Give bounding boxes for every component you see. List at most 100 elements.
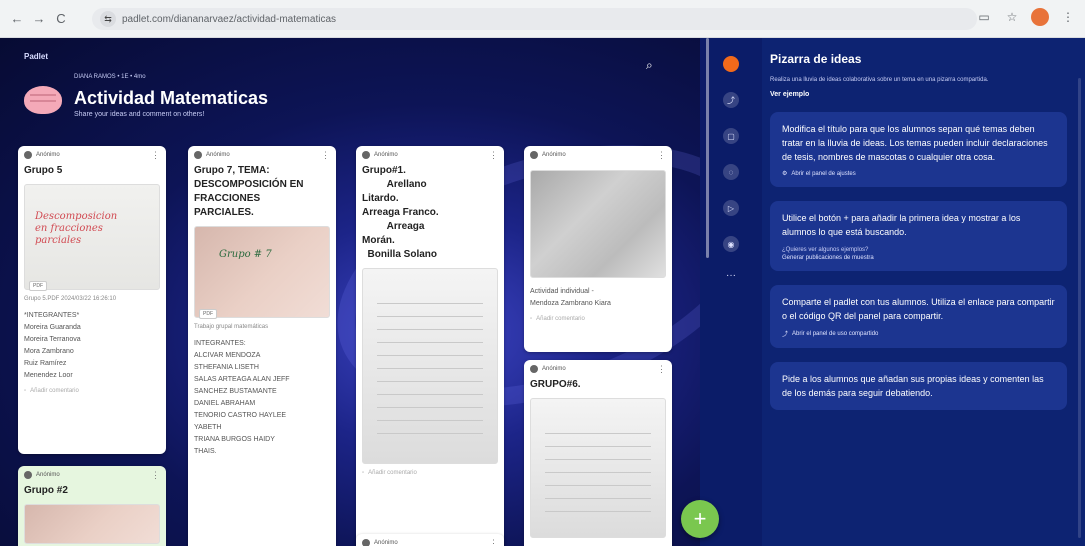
add-comment-label: Añadir comentario xyxy=(30,388,79,394)
pdf-badge: PDF xyxy=(29,281,47,291)
add-post-button[interactable]: + xyxy=(681,500,719,538)
post-attachment-image[interactable] xyxy=(530,398,666,538)
forward-icon[interactable]: → xyxy=(28,8,50,30)
post-attachment-image[interactable] xyxy=(24,504,160,544)
post-menu-icon[interactable]: ⋮ xyxy=(489,538,498,546)
attachment-caption: Trabajo grupal matemáticas xyxy=(194,324,269,330)
slideshow-icon[interactable]: ▷ xyxy=(723,200,739,216)
tip-action-link[interactable]: ⤴ Abrir el panel de uso compartido xyxy=(782,329,1055,339)
panel-title: Pizarra de ideas xyxy=(770,52,862,66)
post-header: Anónimo ⋮ xyxy=(18,146,166,164)
add-comment[interactable]: ▫ Añadir comentario xyxy=(18,382,166,400)
attachment-caption: Grupo 5.PDF 2024/03/22 16:26:10 xyxy=(24,296,117,302)
post-title: Grupo #2 xyxy=(24,485,68,496)
tip-action-label: Abrir el panel de uso compartido xyxy=(792,330,879,337)
post-body: *INTEGRANTES* Moreira Guaranda Moreira T… xyxy=(24,312,81,379)
post-attachment-image[interactable] xyxy=(362,268,498,464)
post-menu-icon[interactable]: ⋮ xyxy=(489,150,498,161)
tip-subtext: ¿Quieres ver algunos ejemplos? xyxy=(782,247,869,253)
tip-card: Modifica el título para que los alumnos … xyxy=(770,112,1067,187)
post-author: Anónimo xyxy=(206,152,230,158)
browser-menu-icon[interactable]: ⋮ xyxy=(1059,8,1077,26)
post-author: Anónimo xyxy=(36,472,60,478)
browser-toolbar: ← → C ⇆ padlet.com/diananarvaez/activida… xyxy=(0,0,1085,38)
post-menu-icon[interactable]: ⋮ xyxy=(657,364,666,375)
site-settings-icon[interactable]: ⇆ xyxy=(100,11,116,27)
avatar xyxy=(24,471,32,479)
post-author: Anónimo xyxy=(374,540,398,546)
cast-icon[interactable]: ▭ xyxy=(975,8,993,26)
board-title: Actividad Matematicas xyxy=(74,88,269,108)
post-menu-icon[interactable]: ⋮ xyxy=(657,150,666,161)
search-icon[interactable]: ⌕ xyxy=(646,58,653,73)
avatar xyxy=(530,151,538,159)
address-bar[interactable]: ⇆ padlet.com/diananarvaez/actividad-mate… xyxy=(92,8,977,30)
add-comment-label: Añadir comentario xyxy=(536,316,585,322)
add-comment-label: Añadir comentario xyxy=(368,470,417,476)
post-menu-icon[interactable]: ⋮ xyxy=(321,150,330,161)
share-icon[interactable]: ⤴ xyxy=(723,92,739,108)
example-link[interactable]: Ver ejemplo xyxy=(770,91,1077,98)
brain-icon xyxy=(24,86,62,114)
post-card[interactable]: Anónimo ⋮ Grupo #2 xyxy=(18,466,166,546)
bookmark-star-icon[interactable]: ☆ xyxy=(1003,8,1021,26)
board-author-meta: DIANA RAMOS • 1E • 4mo xyxy=(74,74,146,80)
add-comment[interactable]: ▫ Añadir comentario xyxy=(356,464,504,482)
add-comment[interactable]: ▫ Añadir comentario xyxy=(524,310,672,328)
post-attachment-image[interactable]: Descomposicion en fracciones parciales P… xyxy=(24,184,160,291)
post-title: Grupo 7, TEMA: DESCOMPOSICIÓN EN FRACCIO… xyxy=(194,165,304,218)
comment-icon: ▫ xyxy=(362,470,365,476)
tip-action-label: Generar publicaciones de muestra xyxy=(782,255,874,261)
post-card[interactable]: Anónimo ⋮ GRUPO#6. xyxy=(524,360,672,546)
comments-icon[interactable]: ▢ xyxy=(723,128,739,144)
tip-card: Utilice el botón + para añadir la primer… xyxy=(770,201,1067,271)
post-card[interactable]: Anónimo ⋮ xyxy=(356,534,504,546)
share-icon: ⤴ xyxy=(782,332,789,338)
post-card[interactable]: Anónimo ⋮ Grupo#1. Arellano Litardo. Arre… xyxy=(356,146,504,546)
post-title: GRUPO#6. xyxy=(530,379,581,390)
tip-card: Comparte el padlet con tus alumnos. Util… xyxy=(770,285,1067,348)
settings-icon[interactable]: ◌ xyxy=(723,164,739,180)
post-header: Anónimo ⋮ xyxy=(524,146,672,164)
user-avatar[interactable] xyxy=(723,56,739,72)
padlet-brand[interactable]: Padlet xyxy=(24,52,48,61)
post-menu-icon[interactable]: ⋮ xyxy=(151,470,160,481)
post-author: Anónimo xyxy=(36,152,60,158)
post-author: Anónimo xyxy=(374,152,398,158)
pdf-badge: PDF xyxy=(199,309,217,319)
post-attachment-image[interactable] xyxy=(530,170,666,278)
comment-icon: ▫ xyxy=(530,316,533,322)
handwritten-note: Grupo # 7 xyxy=(219,249,272,260)
post-header: Anónimo ⋮ xyxy=(524,360,672,378)
padlet-board: Padlet DIANA RAMOS • 1E • 4mo Actividad … xyxy=(0,38,700,546)
post-body: Actividad individual - Mendoza Zambrano … xyxy=(530,288,611,307)
remake-icon[interactable]: ◉ xyxy=(723,236,739,252)
post-menu-icon[interactable]: ⋮ xyxy=(151,150,160,161)
avatar xyxy=(362,539,370,546)
post-header: Anónimo ⋮ xyxy=(188,146,336,164)
tip-action-link[interactable]: Generar publicaciones de muestra xyxy=(782,255,1055,261)
avatar xyxy=(530,365,538,373)
tip-action-link[interactable]: ⚙ Abrir el panel de ajustes xyxy=(782,170,1055,178)
board-scrollbar[interactable] xyxy=(706,38,709,258)
profile-avatar[interactable] xyxy=(1031,8,1049,26)
post-card[interactable]: Anónimo ⋮ Grupo 7, TEMA: DESCOMPOSICIÓN E… xyxy=(188,146,336,546)
side-toolbar: ⤴ ▢ ◌ ▷ ◉ ··· xyxy=(700,38,762,546)
post-card[interactable]: Anónimo ⋮ Grupo 5 Descomposicion en fracc… xyxy=(18,146,166,454)
tip-text: Modifica el título para que los alumnos … xyxy=(782,124,1048,162)
tip-text: Comparte el padlet con tus alumnos. Util… xyxy=(782,297,1055,321)
post-attachment-image[interactable]: Grupo # 7 PDF xyxy=(194,226,330,319)
avatar xyxy=(362,151,370,159)
post-title: Grupo#1. Arellano Litardo. Arreaga Franc… xyxy=(362,165,439,260)
post-header: Anónimo ⋮ xyxy=(18,466,166,484)
url-text: padlet.com/diananarvaez/actividad-matema… xyxy=(122,13,336,25)
reload-icon[interactable]: C xyxy=(50,8,72,30)
board-subtitle: Share your ideas and comment on others! xyxy=(74,111,205,118)
post-card[interactable]: Anónimo ⋮ Actividad individual - Mendoza … xyxy=(524,146,672,352)
back-icon[interactable]: ← xyxy=(6,8,28,30)
more-options-icon[interactable]: ··· xyxy=(726,270,736,281)
post-author: Anónimo xyxy=(542,366,566,372)
panel-scrollbar[interactable] xyxy=(1078,78,1081,538)
panel-description: Realiza una lluvia de ideas colaborativa… xyxy=(770,77,989,83)
post-title: Grupo 5 xyxy=(24,165,63,176)
